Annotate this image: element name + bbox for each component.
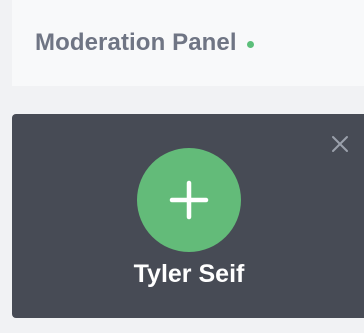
plus-icon bbox=[169, 180, 209, 220]
user-card: Tyler Seif bbox=[12, 114, 364, 318]
moderation-page: Moderation Panel Tyler Seif bbox=[0, 0, 364, 333]
user-name: Tyler Seif bbox=[133, 260, 245, 288]
page-title: Moderation Panel bbox=[35, 29, 237, 56]
close-button[interactable] bbox=[326, 130, 354, 158]
close-icon bbox=[332, 136, 348, 152]
panel-header: Moderation Panel bbox=[12, 0, 364, 86]
add-user-button[interactable] bbox=[137, 148, 241, 252]
online-status-dot bbox=[246, 40, 254, 48]
